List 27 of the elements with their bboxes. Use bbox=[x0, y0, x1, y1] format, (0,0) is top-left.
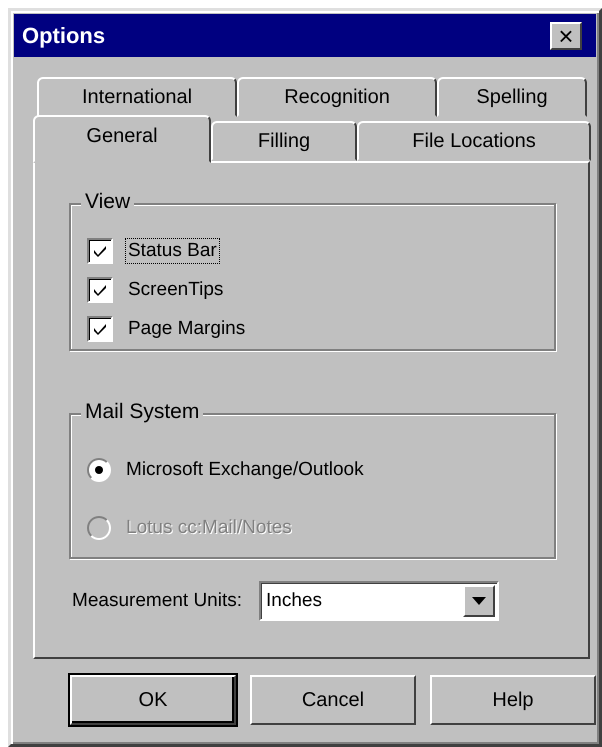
tab[interactable]: Recognition bbox=[237, 77, 437, 117]
measurement-label: Measurement Units: bbox=[71, 589, 244, 613]
tab[interactable]: Filling bbox=[211, 121, 357, 161]
tab[interactable]: File Locations bbox=[357, 121, 591, 161]
checkbox[interactable] bbox=[87, 238, 113, 264]
units-dropdown[interactable]: Inches bbox=[259, 581, 500, 621]
check-mark-icon bbox=[92, 282, 108, 297]
checkbox-label[interactable]: ScreenTips bbox=[125, 276, 226, 303]
checkbox-label[interactable]: Status Bar bbox=[125, 238, 220, 264]
check-mark-icon bbox=[92, 322, 108, 336]
dropdown-button[interactable] bbox=[463, 585, 496, 617]
checkbox[interactable] bbox=[87, 276, 113, 303]
close-button[interactable]: × bbox=[550, 22, 582, 50]
caret-icon bbox=[472, 597, 486, 605]
radio-label[interactable]: Microsoft Exchange/Outlook bbox=[123, 457, 367, 483]
tab[interactable]: Spelling bbox=[437, 77, 587, 117]
tab[interactable]: General bbox=[33, 115, 211, 163]
checkbox[interactable] bbox=[87, 316, 113, 342]
group-title: Mail System bbox=[81, 400, 204, 424]
tab[interactable]: International bbox=[37, 77, 237, 117]
checkbox-label[interactable]: Page Margins bbox=[125, 316, 248, 342]
check-mark-icon bbox=[92, 244, 108, 258]
window-title: Options bbox=[22, 22, 106, 48]
radio-button[interactable] bbox=[87, 458, 111, 482]
dialog-button[interactable]: Help bbox=[430, 675, 596, 725]
dialog-button[interactable]: Cancel bbox=[250, 675, 416, 725]
dialog-button[interactable]: OK bbox=[70, 675, 236, 725]
